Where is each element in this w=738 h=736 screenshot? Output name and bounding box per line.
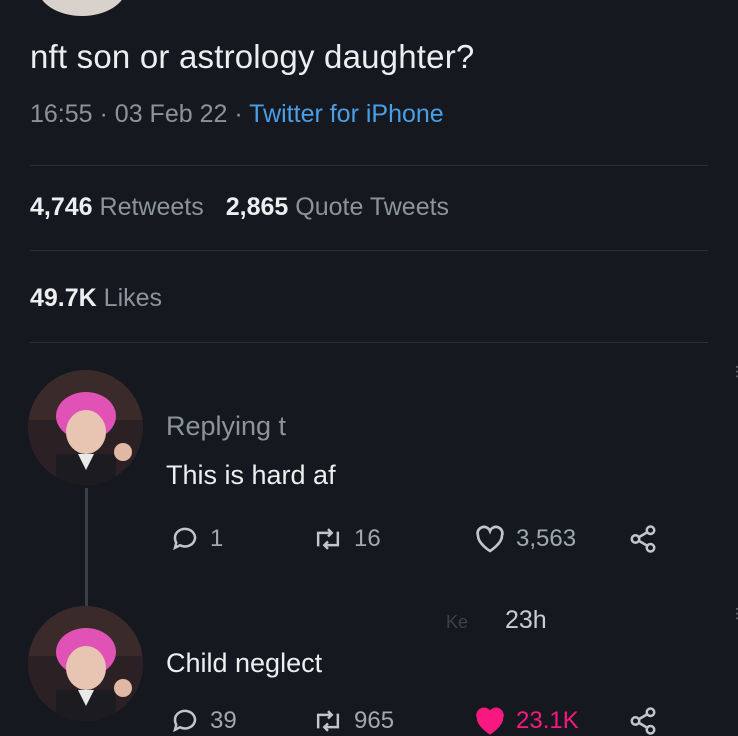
- more-options-icon[interactable]: ⋮: [730, 364, 738, 378]
- divider: [30, 250, 708, 251]
- reply-count: 1: [210, 525, 224, 552]
- reply-button[interactable]: 1: [170, 524, 223, 554]
- retweet-count: 965: [354, 707, 395, 734]
- tweet-text: nft son or astrology daughter?: [30, 38, 475, 75]
- retweet-count: 16: [354, 525, 381, 552]
- reply-actions: 1 16 3,563: [170, 524, 730, 558]
- share-icon: [630, 707, 656, 735]
- reply-actions: 39 965 23.1K: [170, 706, 730, 736]
- reply-text: Child neglect: [166, 648, 323, 678]
- heart-icon: [476, 707, 504, 735]
- author-avatar[interactable]: [38, 0, 126, 16]
- more-options-icon[interactable]: ⋮: [730, 606, 738, 620]
- user-photo-icon: [28, 370, 143, 485]
- reply-text: This is hard af: [166, 460, 336, 490]
- faint-text: Ke: [446, 612, 469, 632]
- likes-stat[interactable]: 49.7K Likes: [30, 284, 162, 313]
- reply-icon: [173, 709, 197, 733]
- tweet-date[interactable]: 03 Feb 22: [115, 100, 228, 128]
- meta-separator: ·: [99, 100, 108, 128]
- retweets-stat[interactable]: 4,746 Retweets: [30, 193, 204, 221]
- reply-button[interactable]: 39: [170, 706, 237, 736]
- tweet-time: 16:55: [30, 100, 93, 128]
- like-button[interactable]: 23.1K: [474, 706, 579, 736]
- tweet-source-link[interactable]: Twitter for iPhone: [249, 100, 444, 128]
- quote-tweets-stat[interactable]: 2,865 Quote Tweets: [226, 193, 449, 221]
- heart-icon: [476, 525, 504, 553]
- thread-line: [85, 488, 88, 606]
- retweet-icon: [316, 710, 340, 732]
- replying-to-text: Replying t: [166, 411, 287, 441]
- divider: [30, 342, 708, 343]
- share-button[interactable]: [628, 706, 658, 736]
- engagement-stats: 4,746 Retweets 2,865 Quote Tweets: [30, 193, 449, 222]
- reply-icon: [173, 527, 197, 551]
- share-button[interactable]: [628, 524, 658, 554]
- retweet-icon: [316, 528, 340, 550]
- like-count: 3,563: [516, 525, 577, 552]
- like-count: 23.1K: [516, 707, 579, 734]
- tweet-meta: 16:55 · 03 Feb 22 · Twitter for iPhone: [30, 100, 444, 129]
- meta-separator: ·: [234, 100, 243, 128]
- reply-count: 39: [210, 707, 237, 734]
- reply-avatar[interactable]: [28, 606, 143, 721]
- share-icon: [630, 525, 656, 553]
- retweet-button[interactable]: 16: [312, 524, 381, 554]
- retweet-button[interactable]: 965: [312, 706, 394, 736]
- reply-avatar[interactable]: [28, 370, 143, 485]
- reply-time[interactable]: 23h: [505, 606, 547, 635]
- user-photo-icon: [28, 606, 143, 721]
- like-button[interactable]: 3,563: [474, 524, 576, 554]
- divider: [30, 165, 708, 166]
